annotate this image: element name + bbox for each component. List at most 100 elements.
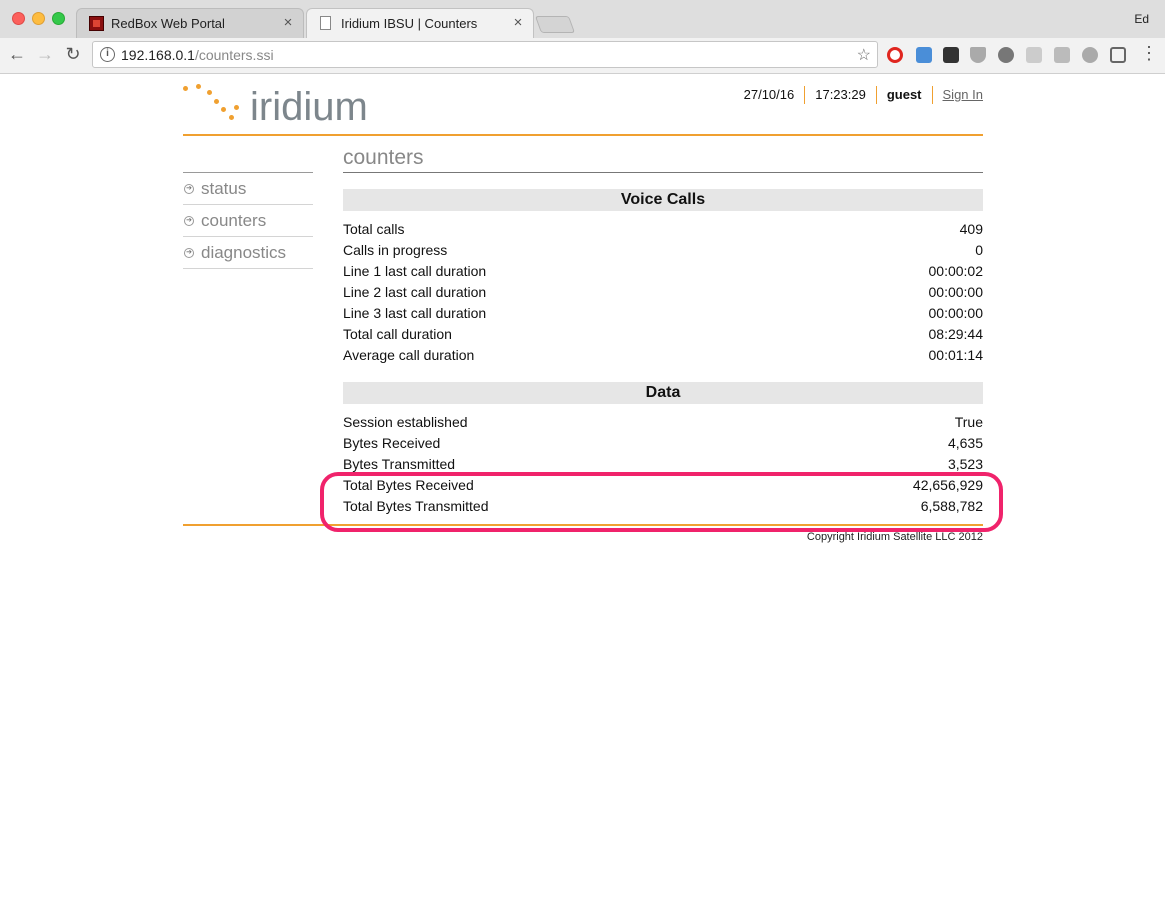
profile-name[interactable]: Ed <box>1134 12 1149 26</box>
main-content: counters Voice Calls Total calls 409 Call… <box>343 142 983 517</box>
tab-title: RedBox Web Portal <box>111 16 225 31</box>
forward-arrow-icon[interactable]: → <box>34 44 56 65</box>
logo-dot <box>229 115 234 120</box>
header-divider <box>183 134 983 136</box>
bookmark-star-icon[interactable]: ☆ <box>857 45 871 65</box>
copyright-text: Copyright Iridium Satellite LLC 2012 <box>806 531 983 543</box>
row-label: Line 1 last call duration <box>343 263 487 279</box>
section-header-data: Data <box>343 382 983 404</box>
row-label: Total calls <box>343 221 405 237</box>
url-text[interactable]: 192.168.0.1/counters.ssi <box>121 47 274 63</box>
row-label: Bytes Transmitted <box>343 456 456 472</box>
row-label: Line 3 last call duration <box>343 305 487 321</box>
table-row: Bytes Received 4,635 <box>343 433 983 454</box>
row-value: 00:00:00 <box>928 305 984 321</box>
row-value: 00:00:02 <box>928 263 984 279</box>
iridium-logo: iridium <box>183 82 403 129</box>
browser-menu-icon[interactable]: ⋮ <box>1140 44 1158 62</box>
row-value: 6,588,782 <box>920 498 983 514</box>
user-bar: 27/10/16 17:23:29 guest Sign In <box>734 86 983 104</box>
row-label: Total call duration <box>343 326 452 342</box>
section-header-voice-calls: Voice Calls <box>343 189 983 211</box>
row-value: 00:01:14 <box>928 347 984 363</box>
row-value: 0 <box>975 242 983 258</box>
row-value: 42,656,929 <box>912 477 983 493</box>
maximize-window-button[interactable] <box>52 12 65 25</box>
url-host: 192.168.0.1 <box>121 47 195 63</box>
logo-dot <box>207 90 212 95</box>
sidebar-item-diagnostics[interactable]: ➔ diagnostics <box>183 237 313 269</box>
url-path: /counters.ssi <box>194 47 274 63</box>
shield-extension-icon[interactable] <box>970 47 986 63</box>
close-icon[interactable]: × <box>281 14 295 31</box>
row-value: True <box>954 414 983 430</box>
row-label: Average call duration <box>343 347 475 363</box>
rss-extension-icon[interactable] <box>1026 47 1042 63</box>
drive-extension-icon[interactable] <box>1082 47 1098 63</box>
redbox-favicon-icon <box>89 16 104 31</box>
logo-dot <box>183 86 188 91</box>
close-icon[interactable]: × <box>511 14 525 31</box>
row-value: 08:29:44 <box>928 326 984 342</box>
sidebar-item-status[interactable]: ➔ status <box>183 173 313 205</box>
table-row: Line 3 last call duration 00:00:00 <box>343 303 983 324</box>
arrow-right-icon: ➔ <box>184 248 194 258</box>
row-label: Calls in progress <box>343 242 448 258</box>
table-row: Bytes Transmitted 3,523 <box>343 454 983 475</box>
cast-icon[interactable] <box>1110 47 1126 63</box>
minimize-window-button[interactable] <box>32 12 45 25</box>
table-row: Session established True <box>343 412 983 433</box>
logo-dot <box>221 107 226 112</box>
page-icon <box>320 16 331 30</box>
table-row: Total calls 409 <box>343 219 983 240</box>
table-row: Line 1 last call duration 00:00:02 <box>343 261 983 282</box>
data-table: Session established True Bytes Received 4,… <box>343 412 983 517</box>
opera-extension-icon[interactable] <box>887 47 903 63</box>
footer-divider <box>183 524 983 526</box>
logo-text: iridium <box>250 85 368 129</box>
voice-calls-table: Total calls 409 Calls in progress 0 Line 1… <box>343 219 983 366</box>
reload-icon[interactable]: ↻ <box>62 44 84 65</box>
row-value: 00:00:00 <box>928 284 984 300</box>
arrow-right-icon: ➔ <box>184 216 194 226</box>
arrow-right-icon: ➔ <box>184 184 194 194</box>
sign-in-link[interactable]: Sign In <box>931 86 983 104</box>
page-title: counters <box>343 142 983 173</box>
row-value: 409 <box>959 221 983 237</box>
table-row: Average call duration 00:01:14 <box>343 345 983 366</box>
info-icon[interactable]: i <box>100 47 115 62</box>
logo-dot <box>214 99 219 104</box>
sidebar-nav: ➔ status ➔ counters ➔ diagnostics <box>183 172 313 269</box>
row-value: 3,523 <box>947 456 983 472</box>
close-window-button[interactable] <box>12 12 25 25</box>
table-row: Total Bytes Received 42,656,929 <box>343 475 983 496</box>
time-text: 17:23:29 <box>804 86 876 104</box>
table-row: Line 2 last call duration 00:00:00 <box>343 282 983 303</box>
logo-dot <box>196 84 201 89</box>
extension-icon[interactable] <box>943 47 959 63</box>
table-row: Total Bytes Transmitted 6,588,782 <box>343 496 983 517</box>
row-label: Bytes Received <box>343 435 441 451</box>
extension-icon[interactable] <box>998 47 1014 63</box>
address-bar[interactable]: i 192.168.0.1/counters.ssi ☆ <box>92 41 878 68</box>
date-text: 27/10/16 <box>743 87 795 102</box>
row-value: 4,635 <box>947 435 983 451</box>
row-label: Session established <box>343 414 468 430</box>
table-row: Calls in progress 0 <box>343 240 983 261</box>
back-arrow-icon[interactable]: ← <box>6 44 28 65</box>
sidebar-item-label: diagnostics <box>201 243 287 262</box>
extension-icon[interactable] <box>916 47 932 63</box>
row-label: Line 2 last call duration <box>343 284 487 300</box>
sidebar-item-label: status <box>201 179 247 198</box>
tab-iridium-counters[interactable]: Iridium IBSU | Counters × <box>306 8 534 38</box>
username: guest <box>875 86 932 104</box>
sidebar-item-label: counters <box>201 211 267 230</box>
new-tab-button[interactable] <box>534 16 576 33</box>
browser-chrome: RedBox Web Portal × Iridium IBSU | Count… <box>0 0 1165 74</box>
logo-dot <box>234 105 239 110</box>
sidebar-item-counters[interactable]: ➔ counters <box>183 205 313 237</box>
tab-title: Iridium IBSU | Counters <box>341 16 478 31</box>
reader-extension-icon[interactable] <box>1054 47 1070 63</box>
tab-strip: RedBox Web Portal × Iridium IBSU | Count… <box>0 0 1165 38</box>
tab-redbox-web-portal[interactable]: RedBox Web Portal × <box>76 8 304 38</box>
